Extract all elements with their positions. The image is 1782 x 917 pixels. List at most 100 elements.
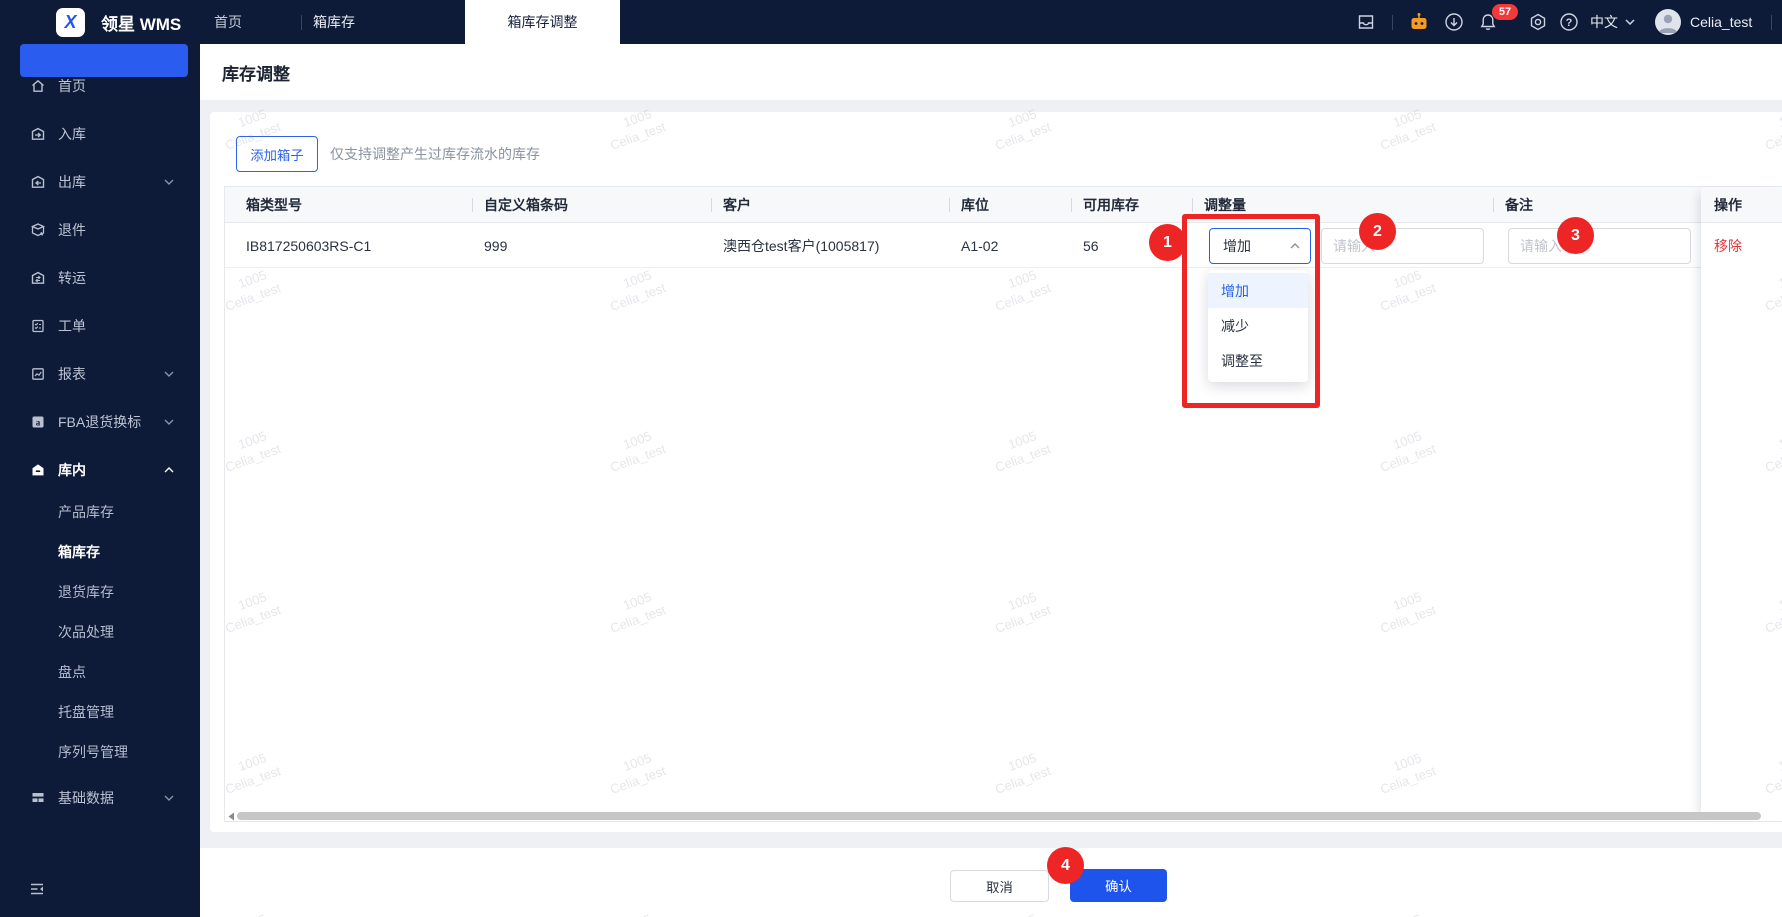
- dropdown-option-adjust-to[interactable]: 调整至: [1208, 343, 1308, 378]
- col-header-location: 库位: [961, 197, 989, 213]
- chevron-down-icon: [1625, 19, 1635, 25]
- header-separator: [949, 198, 950, 212]
- base-data-icon: [30, 790, 46, 806]
- notification-badge: 57: [1492, 4, 1518, 20]
- footer-action-bar: 取消 确认: [200, 848, 1782, 917]
- chevron-up-icon: [164, 467, 174, 473]
- chevron-down-icon: [164, 795, 174, 801]
- col-header-customer: 客户: [723, 197, 751, 213]
- nav-home[interactable]: 首页: [214, 0, 242, 44]
- app-window: X 领星 WMS 首页 箱库存 箱库存调整 57 ? 中文 Celia_test…: [0, 0, 1782, 917]
- sidebar-item-reports[interactable]: 报表: [0, 357, 200, 391]
- username-label[interactable]: Celia_test: [1690, 0, 1752, 44]
- adjust-type-value: 增加: [1223, 238, 1251, 254]
- add-box-button[interactable]: 添加箱子: [236, 136, 318, 172]
- inbox-icon[interactable]: [1356, 12, 1376, 32]
- inbound-icon: [30, 126, 46, 142]
- chevron-down-icon: [164, 131, 174, 137]
- sidebar-item-in-warehouse[interactable]: 库内: [0, 453, 200, 487]
- tab-box-inventory-adjust[interactable]: 箱库存调整: [465, 0, 620, 44]
- col-header-available-stock: 可用库存: [1083, 197, 1139, 213]
- header-right-divider: [1771, 15, 1772, 30]
- sidebar-item-returns[interactable]: 退件: [0, 213, 200, 247]
- chevron-down-icon: [164, 419, 174, 425]
- adjust-type-dropdown-menu: 增加 减少 调整至: [1208, 270, 1308, 382]
- sidebar-subitem-return-inventory[interactable]: 退货库存: [0, 575, 200, 609]
- workorder-icon: [30, 318, 46, 334]
- user-avatar[interactable]: [1655, 9, 1681, 35]
- icon-divider: [1392, 15, 1393, 30]
- header-separator: [1493, 198, 1494, 212]
- sidebar-subitem-stocktake[interactable]: 盘点: [0, 655, 200, 689]
- nav-box-inventory[interactable]: 箱库存: [313, 0, 355, 44]
- adjustment-card: 添加箱子 仅支持调整产生过库存流水的库存 箱类型号 自定义箱条码 客户 库位 可…: [210, 112, 1782, 832]
- remark-input[interactable]: [1508, 228, 1691, 264]
- remove-row-link[interactable]: 移除: [1714, 223, 1742, 268]
- header-separator: [472, 198, 473, 212]
- sidebar-subitem-serial-management[interactable]: 序列号管理: [0, 735, 200, 769]
- chevron-down-icon: [164, 179, 174, 185]
- header-separator: [711, 198, 712, 212]
- download-center-icon[interactable]: [1444, 12, 1464, 32]
- confirm-button[interactable]: 确认: [1070, 869, 1167, 902]
- sidebar-subitem-defective-handling[interactable]: 次品处理: [0, 615, 200, 649]
- sidebar-item-transfer[interactable]: 转运: [0, 261, 200, 295]
- cell-customer: 澳西仓test客户(1005817): [723, 237, 880, 254]
- app-title: 领星 WMS: [101, 14, 182, 34]
- header-separator: [1192, 198, 1193, 212]
- top-header-bar: X 领星 WMS 首页 箱库存 箱库存调整 57 ? 中文 Celia_test: [0, 0, 1782, 44]
- cancel-button[interactable]: 取消: [950, 870, 1049, 902]
- sidebar-item-workorder[interactable]: 工单: [0, 309, 200, 343]
- app-logo: X: [56, 8, 85, 37]
- sidebar-nav: 首页 入库 出库 退件 转运 工单 报表 a FBA退货换标 库内 产品库存 箱…: [0, 44, 200, 917]
- sidebar-item-inbound[interactable]: 入库: [0, 117, 200, 151]
- col-header-custom-barcode: 自定义箱条码: [484, 197, 568, 213]
- dropdown-option-increase[interactable]: 增加: [1208, 273, 1308, 308]
- cell-location: A1-02: [961, 237, 999, 254]
- sidebar-subitem-product-inventory[interactable]: 产品库存: [0, 495, 200, 529]
- nav-divider: [301, 15, 302, 30]
- cell-box-model: IB817250603RS-C1: [246, 237, 372, 254]
- sidebar-item-outbound[interactable]: 出库: [0, 165, 200, 199]
- col-header-adjust-qty: 调整量: [1204, 197, 1246, 213]
- adjustment-hint-text: 仅支持调整产生过库存流水的库存: [330, 146, 540, 162]
- warehouse-icon: [30, 462, 46, 478]
- page-title-bar: 库存调整: [200, 44, 1782, 100]
- col-header-operation: 操作: [1701, 187, 1782, 223]
- table-header-row: 箱类型号 自定义箱条码 客户 库位 可用库存 调整量 备注: [225, 187, 1782, 223]
- chevron-down-icon: [164, 371, 174, 377]
- robot-assistant-icon[interactable]: [1408, 12, 1428, 32]
- svg-text:?: ?: [1566, 17, 1573, 29]
- sidebar-item-fba-relabel[interactable]: a FBA退货换标: [0, 405, 200, 439]
- scroll-left-arrow[interactable]: [227, 812, 235, 821]
- transfer-icon: [30, 270, 46, 286]
- settings-icon[interactable]: [1528, 12, 1548, 32]
- page-title: 库存调整: [222, 64, 290, 84]
- sidebar-subitem-pallet-management[interactable]: 托盘管理: [0, 695, 200, 729]
- cell-custom-barcode: 999: [484, 237, 508, 254]
- logo-glyph: X: [64, 12, 77, 32]
- language-selector[interactable]: 中文: [1590, 0, 1635, 44]
- adjust-type-select[interactable]: 增加: [1209, 228, 1311, 264]
- collapse-sidebar-icon[interactable]: [28, 880, 46, 898]
- operation-fixed-column: 操作 移除: [1701, 187, 1782, 821]
- main-content: 库存调整 添加箱子 仅支持调整产生过库存流水的库存 箱类型号 自定义箱条码 客户…: [200, 44, 1782, 917]
- language-label: 中文: [1590, 14, 1618, 30]
- home-icon: [30, 78, 46, 94]
- report-icon: [30, 366, 46, 382]
- fba-amazon-icon: a: [30, 414, 46, 430]
- chevron-up-icon: [1290, 243, 1300, 249]
- outbound-icon: [30, 174, 46, 190]
- svg-text:a: a: [36, 418, 41, 428]
- adjust-qty-input[interactable]: [1321, 228, 1484, 264]
- col-header-remark: 备注: [1505, 197, 1533, 213]
- help-icon[interactable]: ?: [1559, 12, 1579, 32]
- cell-available-stock: 56: [1083, 237, 1099, 254]
- active-item-highlight: [20, 44, 188, 77]
- col-header-box-model: 箱类型号: [246, 197, 302, 213]
- sidebar-item-base-data[interactable]: 基础数据: [0, 781, 200, 815]
- adjustment-table: 箱类型号 自定义箱条码 客户 库位 可用库存 调整量 备注 IB81725060…: [224, 186, 1782, 822]
- horizontal-scrollbar[interactable]: [237, 812, 1761, 820]
- dropdown-option-decrease[interactable]: 减少: [1208, 308, 1308, 343]
- sidebar-subitem-box-inventory[interactable]: 箱库存: [0, 535, 200, 569]
